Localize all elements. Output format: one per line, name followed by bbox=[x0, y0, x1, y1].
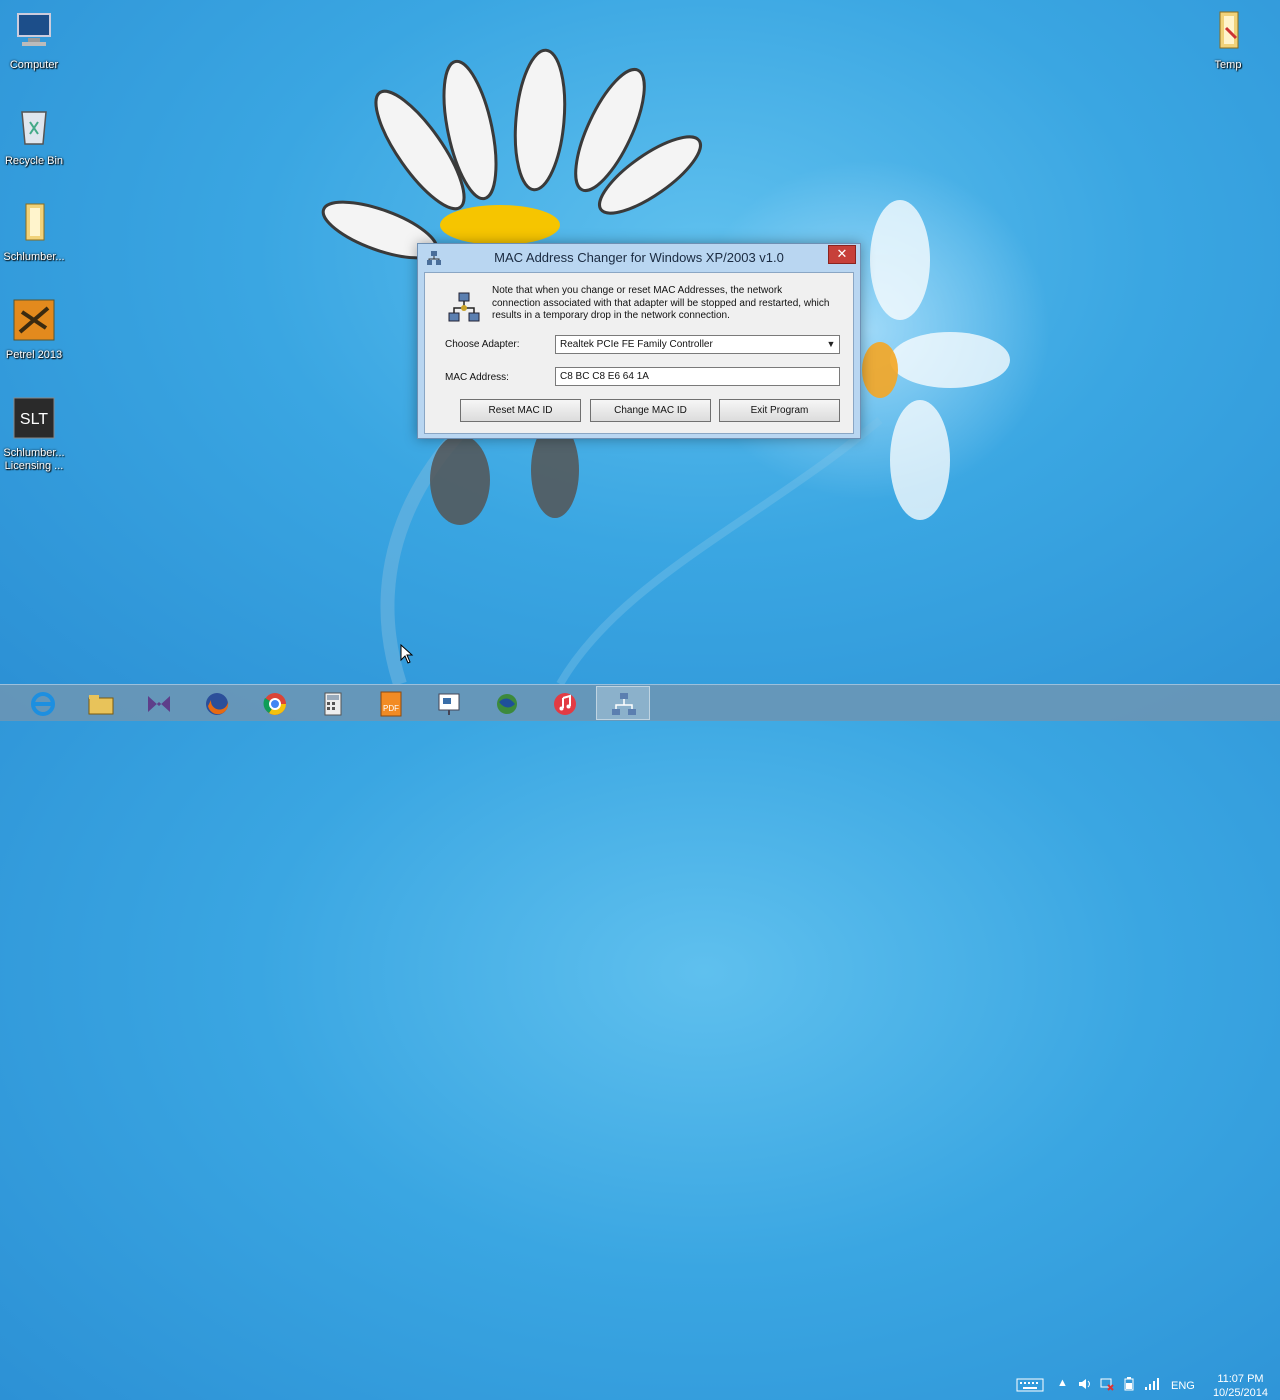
recycle-bin-icon bbox=[21, 111, 47, 145]
desktop-icon-licensing[interactable]: SLT Schlumber... Licensing ... bbox=[0, 396, 70, 473]
folder-icon bbox=[25, 203, 45, 241]
dialog-client-area: Note that when you change or reset MAC A… bbox=[424, 272, 854, 434]
visual-studio-icon bbox=[148, 696, 170, 712]
taskbar-pdf[interactable]: PDF bbox=[364, 686, 418, 720]
desktop-icon-temp[interactable]: Temp bbox=[1192, 8, 1264, 72]
taskbar-visual-studio[interactable] bbox=[132, 686, 186, 720]
exit-program-button[interactable]: Exit Program bbox=[719, 399, 840, 422]
taskbar-globe[interactable] bbox=[480, 686, 534, 720]
taskbar-file-explorer[interactable] bbox=[74, 686, 128, 720]
keyboard-icon[interactable] bbox=[1016, 1377, 1044, 1393]
desktop-icon-schlumberger[interactable]: Schlumber... bbox=[0, 200, 70, 264]
taskbar-firefox[interactable] bbox=[190, 686, 244, 720]
desktop-icon-computer[interactable]: Computer bbox=[0, 8, 70, 72]
chrome-icon bbox=[263, 693, 286, 715]
desktop-icon-label: Petrel 2013 bbox=[5, 349, 63, 361]
taskbar-mac-changer[interactable] bbox=[596, 686, 650, 720]
close-button[interactable]: ✕ bbox=[828, 245, 856, 264]
firefox-icon bbox=[206, 693, 229, 715]
adapter-select-value: Realtek PCIe FE Family Controller bbox=[560, 339, 713, 350]
desktop-icon-label: Schlumber... bbox=[3, 251, 65, 263]
signal-icon[interactable] bbox=[1144, 1377, 1160, 1391]
petrel-icon bbox=[13, 299, 55, 341]
network-status-icon[interactable] bbox=[1100, 1377, 1114, 1391]
desktop-icon-label: Temp bbox=[1214, 59, 1242, 71]
taskbar-presentation[interactable] bbox=[422, 686, 476, 720]
change-mac-button[interactable]: Change MAC ID bbox=[590, 399, 711, 422]
warning-note: Note that when you change or reset MAC A… bbox=[492, 285, 830, 321]
adapter-select[interactable]: Realtek PCIe FE Family Controller ▼ bbox=[555, 335, 840, 354]
mac-address-value: C8 BC C8 E6 64 1A bbox=[560, 371, 649, 382]
slt-icon: SLT bbox=[13, 397, 55, 439]
desktop-icon-recycle-bin[interactable]: Recycle Bin bbox=[0, 104, 70, 168]
mouse-cursor-icon bbox=[400, 644, 414, 664]
dialog-title: MAC Address Changer for Windows XP/2003 … bbox=[494, 250, 784, 265]
folder-icon bbox=[1219, 11, 1239, 49]
globe-icon bbox=[497, 694, 517, 714]
itunes-icon bbox=[554, 693, 576, 715]
desktop-icon-petrel[interactable]: Petrel 2013 bbox=[0, 298, 70, 362]
clock[interactable]: 11:07 PM 10/25/2014 bbox=[1213, 1372, 1268, 1400]
speaker-icon[interactable] bbox=[1078, 1377, 1092, 1391]
taskbar: PDF ▲ ENG 11:07 PM 10/25/2014 bbox=[0, 684, 1280, 1399]
taskbar-itunes[interactable] bbox=[538, 686, 592, 720]
taskbar-internet-explorer[interactable] bbox=[16, 686, 70, 720]
mac-changer-icon bbox=[612, 693, 636, 715]
chevron-up-icon[interactable]: ▲ bbox=[1057, 1377, 1068, 1389]
presentation-icon bbox=[438, 693, 460, 715]
desktop-icon-label: Schlumber... Licensing ... bbox=[3, 447, 65, 472]
adapter-label: Choose Adapter: bbox=[445, 339, 520, 350]
taskbar-chrome[interactable] bbox=[248, 686, 302, 720]
mac-changer-dialog: MAC Address Changer for Windows XP/2003 … bbox=[417, 243, 861, 439]
calculator-icon bbox=[324, 692, 342, 716]
computer-icon bbox=[17, 13, 51, 46]
svg-text:PDF: PDF bbox=[383, 704, 399, 713]
mac-address-label: MAC Address: bbox=[445, 372, 509, 383]
svg-text:SLT: SLT bbox=[20, 411, 48, 428]
pdf-icon: PDF bbox=[380, 691, 402, 717]
file-explorer-icon bbox=[88, 695, 114, 715]
dialog-titlebar[interactable]: MAC Address Changer for Windows XP/2003 … bbox=[418, 244, 860, 271]
network-adapter-icon bbox=[448, 292, 480, 322]
network-icon bbox=[427, 251, 441, 265]
internet-explorer-icon bbox=[31, 692, 55, 716]
battery-icon[interactable] bbox=[1122, 1377, 1136, 1391]
desktop-icon-label: Recycle Bin bbox=[4, 155, 64, 167]
desktop-icon-label: Computer bbox=[9, 59, 59, 71]
taskbar-calculator[interactable] bbox=[306, 686, 360, 720]
reset-mac-button[interactable]: Reset MAC ID bbox=[460, 399, 581, 422]
mac-address-input[interactable]: C8 BC C8 E6 64 1A bbox=[555, 367, 840, 386]
clock-time: 11:07 PM bbox=[1217, 1373, 1264, 1385]
clock-date: 10/25/2014 bbox=[1212, 1387, 1268, 1399]
close-icon: ✕ bbox=[836, 246, 848, 261]
chevron-down-icon[interactable]: ▼ bbox=[823, 336, 839, 353]
language-indicator[interactable]: ENG bbox=[1171, 1380, 1195, 1392]
